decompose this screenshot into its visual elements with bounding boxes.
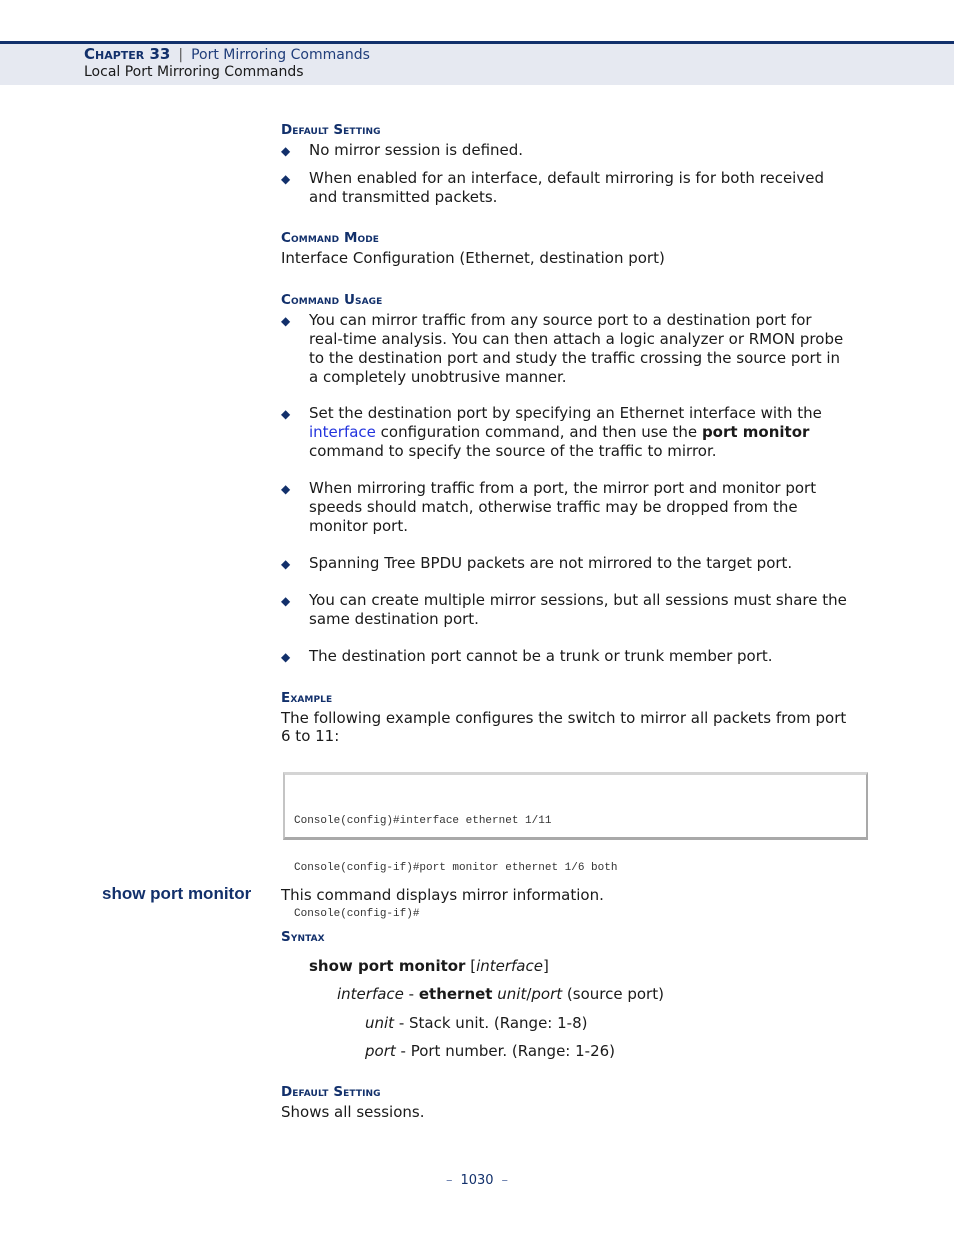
diamond-bullet-icon: ◆ [281,407,291,421]
bullet-text: When mirroring traffic from a port, the … [309,479,817,497]
bullet-text: to the destination port and study the tr… [309,349,841,367]
bullet-text: Spanning Tree BPDU packets are not mirro… [309,554,793,572]
bullet-text: You can mirror traffic from any source p… [309,311,812,329]
param-unit-desc: unit - Stack unit. (Range: 1-8) [365,1014,587,1033]
bullet-text: You can create multiple mirror sessions,… [309,591,847,609]
param-name: interface [337,985,404,1003]
param-desc: - Stack unit. (Range: 1-8) [394,1014,588,1032]
bullet-text: When enabled for an interface, default m… [309,169,824,187]
example-text: The following example configures the swi… [281,709,847,727]
default-setting-heading: Default Setting [281,122,381,138]
bullet-text: same destination port. [309,610,479,628]
diamond-bullet-icon: ◆ [281,172,291,186]
command-title: show port monitor [102,884,252,903]
code-line: Console(config-if)# [294,908,420,920]
page-footer: –1030– [0,1173,954,1188]
command-mode-heading: Command Mode [281,230,380,246]
port-monitor-keyword: port monitor [701,423,810,441]
syntax-line: show port monitor [interface] [309,957,549,976]
bullet-text: command to specify the source of the tra… [309,442,717,460]
bullet-text: The destination port cannot be a trunk o… [309,647,773,665]
page-number: 1030 [460,1173,494,1188]
syntax-bracket: [ [465,957,477,975]
param-interface: interface - ethernet unit/port (source p… [337,985,664,1004]
chapter-title: Port Mirroring Commands [191,47,370,63]
default-setting-heading: Default Setting [281,1084,381,1100]
syntax-argument: interface [476,957,543,975]
running-header-chapter: Chapter 33 | Port Mirroring Commands [84,46,370,63]
diamond-bullet-icon: ◆ [281,314,291,328]
param-name: port [365,1042,396,1060]
syntax-heading: Syntax [281,929,325,945]
syntax-bracket: ] [542,957,549,975]
diamond-bullet-icon: ◆ [281,594,291,608]
bullet-text: a completely unobtrusive manner. [309,368,567,386]
header-separator: | [178,47,184,63]
running-header-section: Local Port Mirroring Commands [84,64,304,80]
param-desc: - Port number. (Range: 1-26) [395,1042,616,1060]
diamond-bullet-icon: ◆ [281,650,291,664]
param-unit: unit [497,985,527,1003]
footer-dash: – [445,1173,453,1188]
interface-command-link[interactable]: interface [309,423,376,441]
command-description: This command displays mirror information… [281,886,604,904]
param-keyword: ethernet [418,985,493,1003]
param-dash: - [403,985,419,1003]
command-usage-heading: Command Usage [281,292,383,308]
chapter-label: Chapter 33 [84,45,171,63]
bullet-text: and transmitted packets. [309,188,498,206]
command-mode-text: Interface Configuration (Ethernet, desti… [281,249,665,267]
default-setting-text: Shows all sessions. [281,1103,425,1121]
bullet-text: speeds should match, otherwise traffic m… [309,498,798,516]
param-port-desc: port - Port number. (Range: 1-26) [365,1042,615,1061]
bullet-text: Set the destination port by specifying a… [309,404,822,422]
example-heading: Example [281,690,333,706]
syntax-command: show port monitor [309,957,466,975]
param-port: port [531,985,563,1003]
bullet-text: real-time analysis. You can then attach … [309,330,844,348]
bullet-text: No mirror session is defined. [309,141,524,159]
code-example-box: Console(config)#interface ethernet 1/11 … [283,772,868,920]
footer-dash: – [501,1173,509,1188]
diamond-bullet-icon: ◆ [281,482,291,496]
bullet-text: monitor port. [309,517,408,535]
code-line: Console(config)#interface ethernet 1/11 [294,815,552,827]
param-desc: (source port) [562,985,664,1003]
diamond-bullet-icon: ◆ [281,144,291,158]
param-name: unit [365,1014,395,1032]
bullet-text: configuration command, and then use the [375,423,702,441]
code-line: Console(config-if)#port monitor ethernet… [294,861,618,874]
diamond-bullet-icon: ◆ [281,557,291,571]
example-text: 6 to 11: [281,727,340,745]
